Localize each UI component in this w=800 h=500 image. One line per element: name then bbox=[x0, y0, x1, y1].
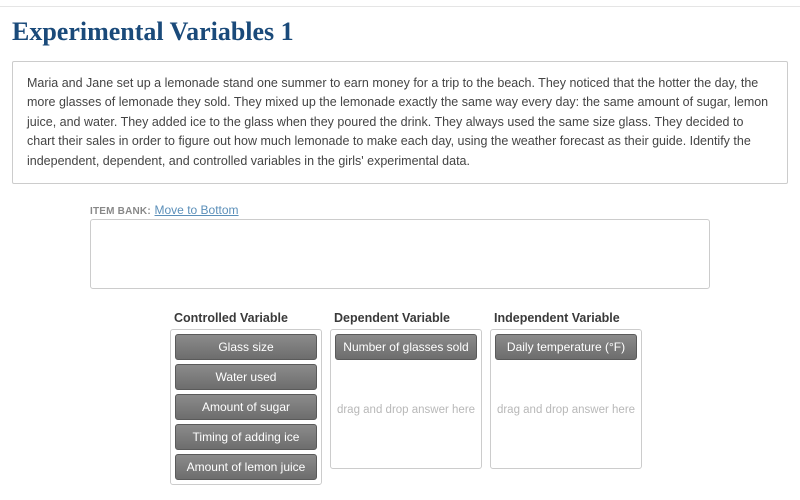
answer-chip[interactable]: Daily temperature (°F) bbox=[495, 334, 637, 360]
item-bank-label: ITEM BANK: bbox=[90, 206, 151, 217]
column-independent: Independent Variable Daily temperature (… bbox=[490, 311, 642, 485]
column-controlled: Controlled Variable Glass size Water use… bbox=[170, 311, 322, 485]
column-heading: Dependent Variable bbox=[330, 311, 482, 329]
column-heading: Controlled Variable bbox=[170, 311, 322, 329]
dropzone-independent[interactable]: Daily temperature (°F) drag and drop ans… bbox=[490, 329, 642, 469]
move-to-bottom-link[interactable]: Move to Bottom bbox=[155, 203, 239, 217]
answer-chip[interactable]: Number of glasses sold bbox=[335, 334, 477, 360]
item-bank-section: ITEM BANK: Move to Bottom bbox=[90, 202, 710, 289]
dropzone-dependent[interactable]: Number of glasses sold drag and drop ans… bbox=[330, 329, 482, 469]
passage-box: Maria and Jane set up a lemonade stand o… bbox=[12, 61, 788, 184]
answer-columns: Controlled Variable Glass size Water use… bbox=[170, 311, 800, 485]
column-dependent: Dependent Variable Number of glasses sol… bbox=[330, 311, 482, 485]
answer-chip[interactable]: Glass size bbox=[175, 334, 317, 360]
answer-chip[interactable]: Amount of lemon juice bbox=[175, 454, 317, 480]
page-title: Experimental Variables 1 bbox=[0, 7, 800, 61]
answer-chip[interactable]: Amount of sugar bbox=[175, 394, 317, 420]
column-heading: Independent Variable bbox=[490, 311, 642, 329]
answer-chip[interactable]: Water used bbox=[175, 364, 317, 390]
dropzone-placeholder: drag and drop answer here bbox=[491, 404, 641, 416]
passage-text: Maria and Jane set up a lemonade stand o… bbox=[27, 76, 768, 168]
item-bank-dropzone[interactable] bbox=[90, 219, 710, 289]
dropzone-controlled[interactable]: Glass size Water used Amount of sugar Ti… bbox=[170, 329, 322, 485]
answer-chip[interactable]: Timing of adding ice bbox=[175, 424, 317, 450]
dropzone-placeholder: drag and drop answer here bbox=[331, 404, 481, 416]
